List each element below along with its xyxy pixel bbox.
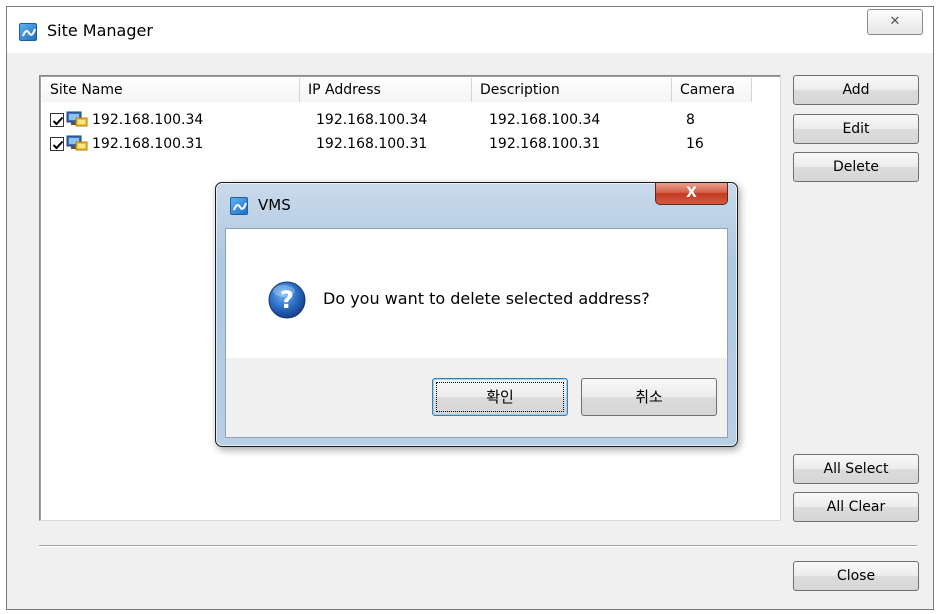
dialog-app-icon (230, 197, 248, 215)
edit-button[interactable]: Edit (793, 114, 919, 144)
window-title: Site Manager (47, 21, 153, 40)
all-select-button[interactable]: All Select (793, 454, 919, 484)
dialog-title: VMS (258, 196, 291, 214)
cancel-button-label: 취소 (635, 388, 663, 406)
confirm-dialog: VMS X ? Do you want to delete selected a… (215, 182, 738, 447)
close-button[interactable]: Close (793, 561, 919, 591)
question-icon: ? (267, 280, 307, 320)
table-row[interactable]: 192.168.100.34 192.168.100.34 192.168.10… (42, 108, 778, 132)
cell-ip-address: 192.168.100.31 (316, 136, 428, 152)
cell-site-name: 192.168.100.31 (92, 136, 204, 152)
ok-button[interactable]: 확인 (432, 378, 568, 416)
delete-button[interactable]: Delete (793, 152, 919, 182)
dialog-close-button[interactable]: X (655, 183, 728, 205)
app-icon (19, 23, 37, 41)
separator (39, 545, 917, 547)
column-header-camera[interactable]: Camera (672, 78, 752, 102)
title-bar[interactable]: Site Manager ✕ (7, 7, 933, 53)
svg-text:?: ? (280, 286, 294, 314)
site-icon (66, 134, 88, 154)
cell-camera: 8 (686, 112, 695, 128)
add-button[interactable]: Add (793, 75, 919, 105)
cell-description: 192.168.100.34 (489, 112, 601, 128)
cancel-button[interactable]: 취소 (581, 378, 717, 416)
dialog-message: Do you want to delete selected address? (323, 289, 650, 308)
column-header-ip-address[interactable]: IP Address (300, 78, 472, 102)
cell-camera: 16 (686, 136, 704, 152)
cell-ip-address: 192.168.100.34 (316, 112, 428, 128)
site-icon (66, 110, 88, 130)
all-clear-button[interactable]: All Clear (793, 492, 919, 522)
window-close-button[interactable]: ✕ (867, 9, 923, 35)
cell-description: 192.168.100.31 (489, 136, 601, 152)
dialog-body: ? Do you want to delete selected address… (225, 228, 728, 438)
column-header-site-name[interactable]: Site Name (42, 78, 300, 102)
list-header: Site Name IP Address Description Camera (42, 78, 778, 102)
column-header-description[interactable]: Description (472, 78, 672, 102)
table-row[interactable]: 192.168.100.31 192.168.100.31 192.168.10… (42, 132, 778, 156)
cell-site-name: 192.168.100.34 (92, 112, 204, 128)
row-checkbox[interactable] (50, 113, 64, 127)
ok-button-label: 확인 (486, 388, 514, 406)
row-checkbox[interactable] (50, 137, 64, 151)
